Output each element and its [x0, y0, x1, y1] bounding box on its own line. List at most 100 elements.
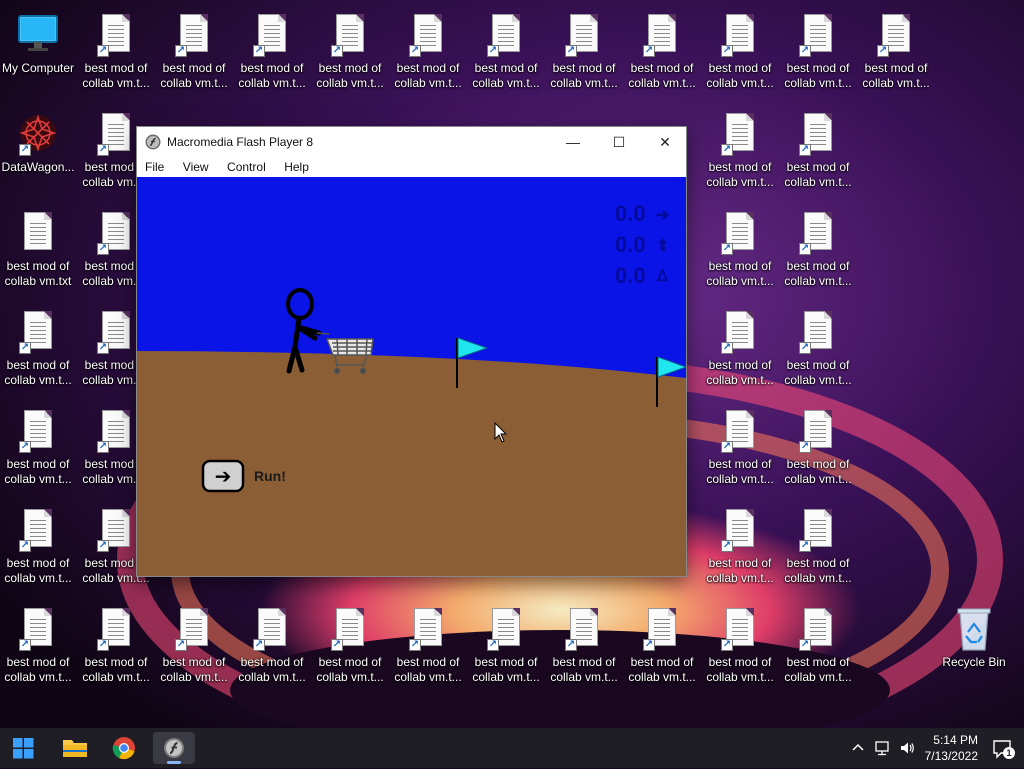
maximize-button[interactable]: ☐ — [596, 127, 642, 157]
desktop-icon[interactable]: ↗ best mod of collab vm.t... — [234, 598, 310, 690]
flash-game-stage[interactable]: 0.0 ➔ 0.0 ⬆ 0.0 ᐃ ➔ Run! — [137, 177, 686, 576]
desktop-icon[interactable]: ↗ DataWagon... — [0, 103, 76, 195]
text-document-icon: ↗ — [798, 210, 838, 256]
text-document-icon: ↗ — [96, 12, 136, 58]
desktop-icon[interactable]: ↗ best mod of collab vm.t... — [156, 4, 232, 96]
shortcut-arrow-icon: ↗ — [97, 441, 109, 453]
shortcut-arrow-icon: ↗ — [19, 441, 31, 453]
desktop-icon[interactable]: ↗ best mod of collab vm.t... — [234, 4, 310, 96]
start-button[interactable] — [5, 732, 41, 764]
desktop-icon[interactable]: ↗ best mod of collab vm.t... — [312, 4, 388, 96]
desktop-icon[interactable]: ↗ best mod of collab vm.t... — [0, 301, 76, 393]
show-hidden-icons-chevron-icon[interactable] — [850, 740, 866, 756]
desktop-icon[interactable]: ↗ best mod of collab vm.t... — [0, 598, 76, 690]
flash-player-taskbar-button[interactable] — [153, 732, 195, 764]
desktop-icon-label: best mod of collab vm.t... — [82, 61, 150, 90]
text-document-icon: ↗ — [330, 606, 370, 652]
flash-player-icon — [145, 134, 161, 150]
desktop-icon[interactable]: ↗ best mod of collab vm.t... — [624, 4, 700, 96]
shortcut-arrow-icon: ↗ — [721, 342, 733, 354]
clock[interactable]: 5:14 PM 7/13/2022 — [925, 732, 978, 764]
minimize-button[interactable]: — — [550, 127, 596, 157]
desktop-icon[interactable]: ↗ best mod of collab vm.t... — [702, 103, 778, 195]
text-document-icon: ↗ — [720, 309, 760, 355]
desktop-icon[interactable]: ↗ best mod of collab vm.t... — [702, 4, 778, 96]
desktop-icon[interactable]: ↗ best mod of collab vm.t... — [468, 4, 544, 96]
desktop-icon[interactable]: ↗ best mod of collab vm.t... — [780, 103, 856, 195]
menu-view[interactable]: View — [177, 157, 215, 177]
text-document-icon: ↗ — [96, 111, 136, 157]
desktop-icon[interactable]: ↗ best mod of collab vm.t... — [702, 499, 778, 591]
desktop-icon[interactable]: ↗ best mod of collab vm.t... — [390, 4, 466, 96]
shortcut-arrow-icon: ↗ — [721, 540, 733, 552]
computer-icon — [18, 12, 58, 58]
desktop-icon[interactable]: ↗ best mod of collab vm.t... — [780, 499, 856, 591]
shortcut-arrow-icon: ↗ — [97, 342, 109, 354]
title-bar[interactable]: Macromedia Flash Player 8 — ☐ ✕ — [137, 127, 686, 157]
desktop-icon[interactable]: My Computer — [0, 4, 76, 96]
shortcut-arrow-icon: ↗ — [721, 639, 733, 651]
desktop-icon[interactable]: ↗ best mod of collab vm.t... — [780, 400, 856, 492]
shortcut-arrow-icon: ↗ — [799, 144, 811, 156]
desktop-icon[interactable]: best mod of collab vm.txt — [0, 202, 76, 294]
desktop-icon[interactable]: ↗ best mod of collab vm.t... — [156, 598, 232, 690]
close-button[interactable]: ✕ — [642, 127, 688, 157]
run-label[interactable]: Run! — [254, 468, 286, 484]
shortcut-arrow-icon: ↗ — [799, 540, 811, 552]
desktop-icon[interactable]: ↗ best mod of collab vm.t... — [546, 598, 622, 690]
shortcut-arrow-icon: ↗ — [97, 45, 109, 57]
desktop-icon[interactable]: ↗ best mod of collab vm.t... — [546, 4, 622, 96]
desktop-icon[interactable]: ↗ best mod of collab vm.t... — [0, 400, 76, 492]
desktop-icon-label: best mod of collab vm.t... — [316, 655, 384, 684]
shortcut-arrow-icon: ↗ — [877, 45, 889, 57]
menu-help[interactable]: Help — [278, 157, 315, 177]
desktop-icon[interactable]: Recycle Bin — [936, 598, 1012, 690]
shortcut-arrow-icon: ↗ — [175, 45, 187, 57]
text-document-icon: ↗ — [642, 606, 682, 652]
desktop-icon[interactable]: ↗ best mod of collab vm.t... — [0, 499, 76, 591]
desktop-icon-label: best mod of collab vm.t... — [316, 61, 384, 90]
desktop-icon-label: best mod of collab vm.t... — [706, 358, 774, 387]
desktop-icon[interactable]: ↗ best mod of collab vm.t... — [702, 400, 778, 492]
desktop-icon[interactable]: ↗ best mod of collab vm.t... — [702, 301, 778, 393]
desktop-icon[interactable]: ↗ best mod of collab vm.t... — [780, 202, 856, 294]
notification-center-button[interactable]: 1 — [990, 736, 1016, 762]
desktop-icon[interactable]: ↗ best mod of collab vm.t... — [390, 598, 466, 690]
run-button[interactable]: ➔ — [201, 459, 245, 493]
clock-time: 5:14 PM — [933, 733, 978, 747]
desktop-icon[interactable]: ↗ best mod of collab vm.t... — [624, 598, 700, 690]
chrome-button[interactable] — [106, 732, 142, 764]
desktop-icon[interactable]: ↗ best mod of collab vm.t... — [468, 598, 544, 690]
shortcut-arrow-icon: ↗ — [721, 243, 733, 255]
flash-player-window[interactable]: Macromedia Flash Player 8 — ☐ ✕ File Vie… — [136, 126, 687, 577]
volume-icon[interactable] — [898, 739, 916, 757]
text-document-icon — [18, 210, 58, 256]
desktop-icon[interactable]: ↗ best mod of collab vm.t... — [702, 598, 778, 690]
text-document-icon: ↗ — [408, 12, 448, 58]
desktop-icon[interactable]: ↗ best mod of collab vm.t... — [780, 598, 856, 690]
shortcut-arrow-icon: ↗ — [19, 342, 31, 354]
network-icon[interactable] — [873, 739, 891, 757]
desktop-icon[interactable]: ↗ best mod of collab vm.t... — [312, 598, 388, 690]
file-explorer-button[interactable] — [57, 732, 93, 764]
desktop-icon[interactable]: ↗ best mod of collab vm.t... — [78, 598, 154, 690]
menu-bar: File View Control Help — [137, 157, 686, 177]
text-document-icon: ↗ — [720, 606, 760, 652]
distance-arrow-icon: ➔ — [656, 207, 670, 224]
text-document-icon: ↗ — [720, 507, 760, 553]
desktop-icon[interactable]: ↗ best mod of collab vm.t... — [78, 4, 154, 96]
desktop-icon-label: best mod of collab vm.t... — [4, 655, 72, 684]
text-document-icon: ↗ — [330, 12, 370, 58]
notification-badge: 1 — [1003, 747, 1015, 759]
desktop-icon[interactable]: ↗ best mod of collab vm.t... — [858, 4, 934, 96]
menu-control[interactable]: Control — [221, 157, 272, 177]
height-value: 0.0 — [615, 232, 646, 257]
shortcut-arrow-icon: ↗ — [97, 639, 109, 651]
desktop-icon[interactable]: ↗ best mod of collab vm.t... — [780, 301, 856, 393]
desktop-icon-label: best mod of collab vm.t... — [706, 556, 774, 585]
clock-date: 7/13/2022 — [924, 749, 978, 763]
chrome-icon — [112, 737, 135, 760]
desktop-icon[interactable]: ↗ best mod of collab vm.t... — [780, 4, 856, 96]
desktop-icon[interactable]: ↗ best mod of collab vm.t... — [702, 202, 778, 294]
menu-file[interactable]: File — [139, 157, 170, 177]
